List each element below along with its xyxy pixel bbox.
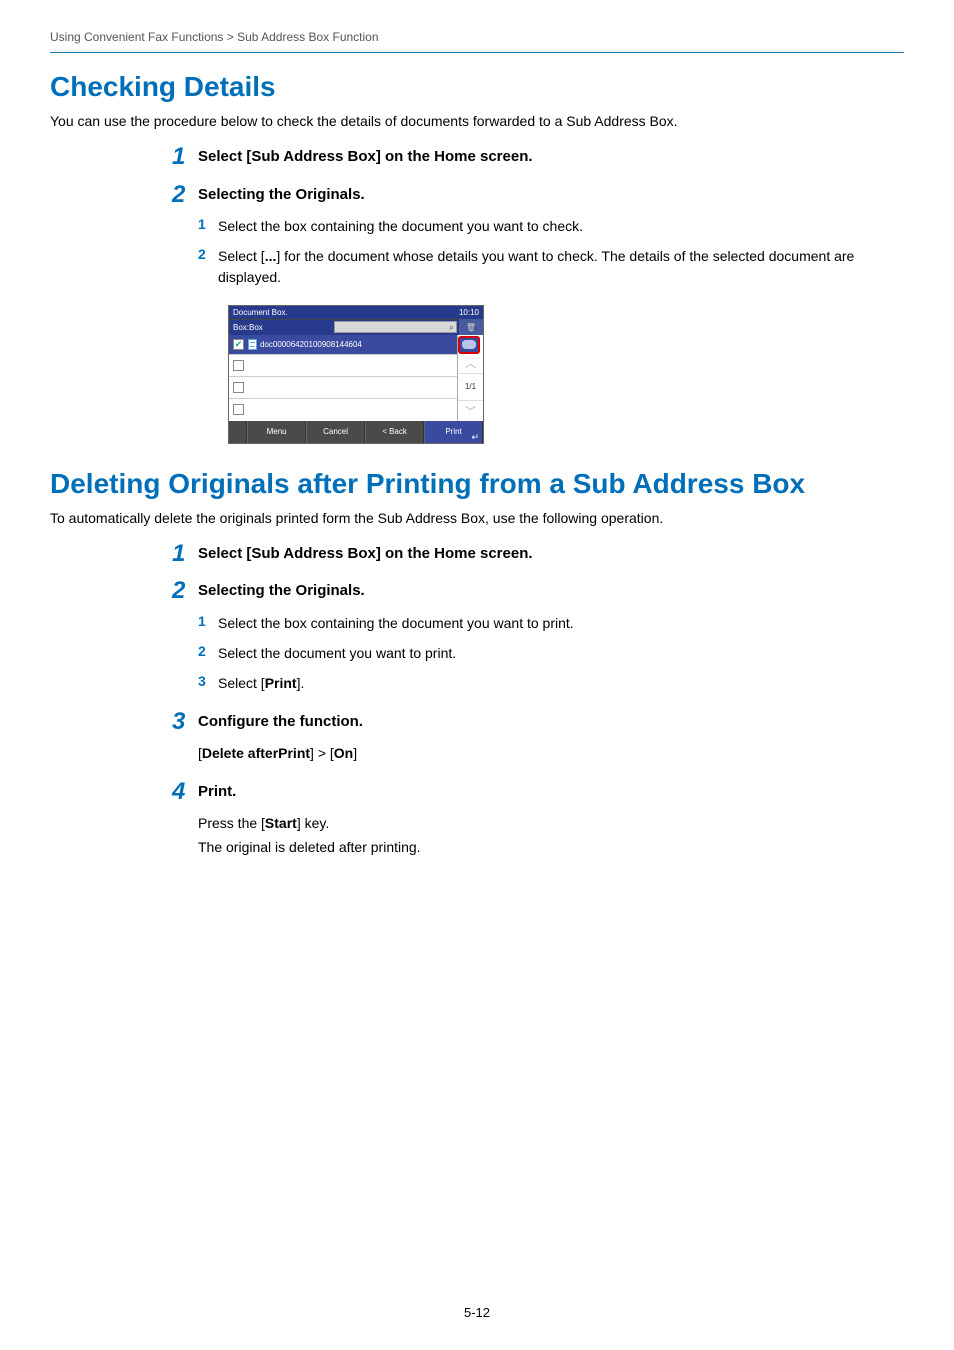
- step-body: [Delete afterPrint] > [On]: [198, 743, 904, 763]
- device-screenshot: Document Box. 10:10 Box:Box ⌕ 🗑 ✔ doc000…: [228, 305, 484, 444]
- step-title: Print.: [198, 782, 904, 802]
- detail-icon: [462, 340, 476, 349]
- section2-heading: Deleting Originals after Printing from a…: [50, 468, 904, 500]
- enter-icon: ↵: [471, 433, 479, 442]
- list-item[interactable]: [229, 355, 457, 377]
- ss-box-label: Box:Box: [229, 323, 334, 332]
- step-number: 1: [172, 143, 185, 171]
- step-title: Select [Sub Address Box] on the Home scr…: [198, 147, 904, 167]
- scroll-down-button[interactable]: ﹀: [458, 401, 483, 421]
- scroll-up-button[interactable]: ︿: [458, 354, 483, 374]
- checkbox[interactable]: [233, 382, 244, 393]
- breadcrumb: Using Convenient Fax Functions > Sub Add…: [50, 30, 904, 44]
- divider: [50, 52, 904, 53]
- detail-button[interactable]: [458, 336, 480, 354]
- page-indicator: 1/1: [458, 374, 483, 401]
- step-body: The original is deleted after printing.: [198, 837, 904, 857]
- page-number: 5-12: [0, 1305, 954, 1320]
- substep-text: Select the box containing the document y…: [218, 216, 583, 236]
- substep-text: Select the box containing the document y…: [218, 613, 574, 633]
- step-number: 2: [172, 181, 185, 209]
- print-button[interactable]: Print↵: [424, 421, 483, 443]
- back-button[interactable]: < Back: [365, 421, 424, 443]
- step-title: Configure the function.: [198, 712, 904, 732]
- substep-number: 1: [198, 613, 218, 633]
- checkbox[interactable]: [233, 360, 244, 371]
- menu-button[interactable]: Menu: [247, 421, 306, 443]
- step-number: 1: [172, 540, 185, 568]
- step-title: Selecting the Originals.: [198, 581, 904, 601]
- section1-intro: You can use the procedure below to check…: [50, 113, 904, 129]
- step-body: Press the [Start] key.: [198, 813, 904, 833]
- chevron-down-icon: ﹀: [465, 403, 476, 419]
- section1-heading: Checking Details: [50, 71, 904, 103]
- ss-title: Document Box.: [233, 308, 288, 317]
- checkbox[interactable]: ✔: [233, 339, 244, 350]
- ss-time: 10:10: [459, 308, 479, 317]
- list-item[interactable]: [229, 399, 457, 421]
- substep-text: Select the document you want to print.: [218, 643, 456, 663]
- list-item[interactable]: [229, 377, 457, 399]
- step-number: 3: [172, 708, 185, 736]
- spacer: [229, 421, 247, 443]
- search-icon: ⌕: [449, 322, 454, 333]
- delete-button[interactable]: 🗑: [459, 319, 483, 335]
- checkbox[interactable]: [233, 404, 244, 415]
- step-title: Select [Sub Address Box] on the Home scr…: [198, 544, 904, 564]
- cancel-button[interactable]: Cancel: [306, 421, 365, 443]
- section2-intro: To automatically delete the originals pr…: [50, 510, 904, 526]
- substep-text: Select [...] for the document whose deta…: [218, 246, 904, 287]
- substep-number: 3: [198, 673, 218, 693]
- substep-text: Select [Print].: [218, 673, 304, 693]
- list-item[interactable]: ✔ doc00006420100908144604: [229, 335, 457, 355]
- substep-number: 2: [198, 643, 218, 663]
- step-number: 2: [172, 577, 185, 605]
- doc-name: doc00006420100908144604: [260, 340, 362, 349]
- chevron-up-icon: ︿: [465, 355, 476, 371]
- document-icon: [248, 339, 257, 350]
- substep-number: 2: [198, 246, 218, 287]
- search-input[interactable]: ⌕: [334, 321, 457, 333]
- trash-icon: 🗑: [466, 323, 476, 332]
- substep-number: 1: [198, 216, 218, 236]
- step-title: Selecting the Originals.: [198, 185, 904, 205]
- step-number: 4: [172, 778, 185, 806]
